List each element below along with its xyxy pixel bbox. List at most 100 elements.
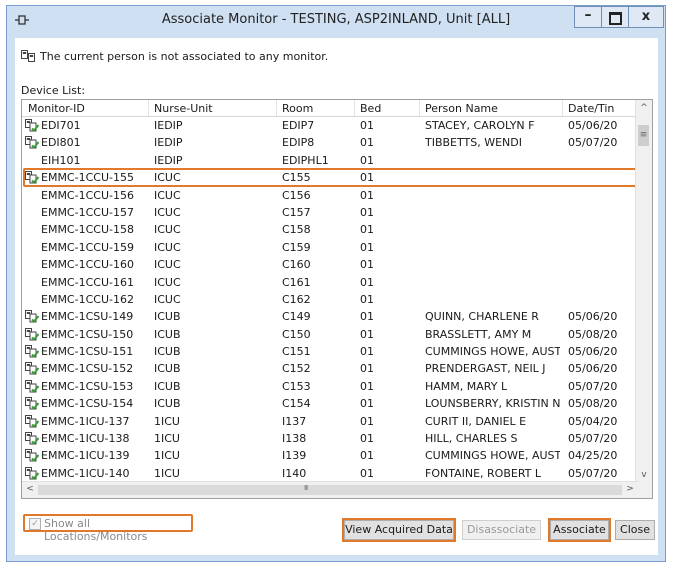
show-all-locations-checkbox-group[interactable]: ✓ Show all Locations/Monitors [23,514,193,543]
cell-date-time: 05/08/20 [568,327,618,341]
monitor-person-icon [25,449,40,463]
table-row[interactable]: EDI701 IEDIP EDIP7 01 STACEY, CAROLYN F 05/06… [22,117,638,134]
cell-bed: 01 [360,432,374,446]
associate-button[interactable]: Associate [550,520,609,540]
cell-monitor-id: EMMC-1CSU-154 [41,397,134,411]
column-header-monitor-id[interactable]: Monitor-ID [28,102,85,115]
cell-room: C155 [282,171,311,185]
column-divider[interactable] [354,100,355,116]
cell-bed: 01 [360,188,374,202]
cell-bed: 01 [360,414,374,428]
monitor-person-icon [25,362,40,376]
close-button[interactable]: Close [615,520,655,540]
vertical-scrollbar[interactable]: ^ ≡ v [635,100,652,483]
cell-monitor-id: EMMC-1CCU-156 [41,188,134,202]
table-row[interactable]: EDI801 IEDIP EDIP8 01 TIBBETTS, WENDI 05/07/2… [22,134,638,151]
scroll-left-arrow[interactable]: < [23,482,37,498]
cell-bed: 01 [360,345,374,359]
cell-person-name: BRASSLETT, AMY M [425,327,532,341]
cell-room: EDIP8 [282,136,315,150]
monitor-person-icon [25,414,40,428]
horizontal-scrollbar[interactable]: < III > [22,481,638,498]
horizontal-scroll-thumb[interactable] [38,485,622,495]
cell-date-time: 05/07/20 [568,136,618,150]
cell-nurse-unit: ICUB [154,310,181,324]
table-row[interactable]: EMMC-1CSU-153 ICUB C153 01 HAMM, MARY L 05/07… [22,378,638,395]
monitor-person-icon [25,327,40,341]
column-divider[interactable] [562,100,563,116]
cell-date-time: 05/06/20 [568,310,618,324]
cell-monitor-id: EMMC-1CCU-162 [41,292,134,306]
monitor-person-icon [25,136,40,150]
table-row[interactable]: EMMC-1CCU-157 ICUC C157 01 [22,204,638,221]
scroll-down-arrow[interactable]: v [636,468,652,482]
disassociate-button[interactable]: Disassociate [462,520,541,540]
cell-bed: 01 [360,310,374,324]
table-row[interactable]: EMMC-1ICU-138 1ICU I138 01 HILL, CHARLES S 05… [22,430,638,447]
column-header-bed[interactable]: Bed [360,102,381,115]
table-row[interactable]: EMMC-1CCU-158 ICUC C158 01 [22,221,638,238]
cell-date-time: 05/04/20 [568,414,618,428]
table-row[interactable]: EMMC-1CCU-156 ICUC C156 01 [22,187,638,204]
cell-room: EDIPHL1 [282,153,329,167]
show-all-label: Show all Locations/Monitors [44,517,148,543]
table-row[interactable]: EMMC-1CCU-160 ICUC C160 01 [22,256,638,273]
cell-bed: 01 [360,153,374,167]
scroll-up-arrow[interactable]: ^ [636,101,652,115]
table-row[interactable]: EMMC-1CCU-159 ICUC C159 01 [22,239,638,256]
cell-room: C154 [282,397,311,411]
column-divider[interactable] [419,100,420,116]
table-row[interactable]: EMMC-1CCU-155 ICUC C155 01 [22,168,638,188]
cell-nurse-unit: ICUC [154,171,181,185]
title-bar[interactable]: Associate Monitor - TESTING, ASP2INLAND,… [7,6,665,34]
cell-room: C150 [282,327,311,341]
column-divider[interactable] [148,100,149,116]
cell-monitor-id: EMMC-1CCU-160 [41,258,134,272]
status-text: The current person is not associated to … [40,50,329,63]
close-window-button[interactable]: x [628,6,664,28]
column-header-room[interactable]: Room [282,102,313,115]
cell-person-name: CUMMINGS HOWE, AUST... [425,345,560,359]
cell-nurse-unit: IEDIP [154,119,183,132]
cell-room: I138 [282,432,307,446]
table-row[interactable]: EMMC-1CSU-152 ICUB C152 01 PRENDERGAST, NEIL… [22,360,638,377]
cell-monitor-id: EMMC-1CSU-151 [41,345,134,359]
table-row[interactable]: EMMC-1CSU-151 ICUB C151 01 CUMMINGS HOWE, AU… [22,343,638,360]
table-row[interactable]: EMMC-1CSU-149 ICUB C149 01 QUINN, CHARLENE R… [22,308,638,325]
monitor-person-icon [25,379,40,393]
table-row[interactable]: EIH101 IEDIP EDIPHL1 01 [22,152,638,169]
table-row[interactable]: EMMC-1CCU-161 ICUC C161 01 [22,274,638,291]
cell-date-time: 05/06/20 [568,345,618,359]
cell-person-name: LOUNSBERRY, KRISTIN N [425,397,560,411]
column-header-person-name[interactable]: Person Name [425,102,498,115]
column-header-date-time[interactable]: Date/Tin [568,102,614,115]
associate-monitor-window: Associate Monitor - TESTING, ASP2INLAND,… [6,5,666,562]
cell-monitor-id: EMMC-1ICU-140 [41,466,130,480]
view-acquired-data-button[interactable]: View Acquired Data [344,520,454,540]
table-row[interactable]: EMMC-1ICU-140 1ICU I140 01 FONTAINE, ROBERT … [22,465,638,482]
cell-room: I139 [282,449,307,463]
cell-date-time: 05/06/20 [568,119,618,132]
cell-bed: 01 [360,205,374,219]
table-row[interactable]: EMMC-1CCU-162 ICUC C162 01 [22,291,638,308]
column-divider[interactable] [276,100,277,116]
table-row[interactable]: EMMC-1ICU-137 1ICU I137 01 CURIT II, DANIEL … [22,413,638,430]
cell-monitor-id: EMMC-1CCU-161 [41,275,134,289]
table-row[interactable]: EMMC-1ICU-139 1ICU I139 01 CUMMINGS HOWE, AU… [22,447,638,464]
table-row[interactable]: EMMC-1CSU-154 ICUB C154 01 LOUNSBERRY, KRIST… [22,395,638,412]
device-list-table[interactable]: Monitor-ID Nurse-Unit Room Bed Person Na… [21,99,653,499]
cell-room: C160 [282,258,311,272]
minimize-button[interactable]: – [574,6,602,28]
column-header-nurse-unit[interactable]: Nurse-Unit [154,102,213,115]
cell-monitor-id: EIH101 [41,153,81,167]
dialog-body: The current person is not associated to … [15,38,658,555]
maximize-button[interactable] [601,6,629,28]
cell-monitor-id: EMMC-1CCU-157 [41,205,134,219]
table-row[interactable]: EMMC-1CSU-150 ICUB C150 01 BRASSLETT, AMY M 0… [22,326,638,343]
show-all-checkbox[interactable]: ✓ [29,518,41,530]
vertical-scroll-thumb[interactable]: ≡ [638,125,649,146]
cell-bed: 01 [360,466,374,480]
cell-monitor-id: EMMC-1CSU-152 [41,362,134,376]
scroll-right-arrow[interactable]: > [623,482,637,498]
cell-room: I137 [282,414,307,428]
